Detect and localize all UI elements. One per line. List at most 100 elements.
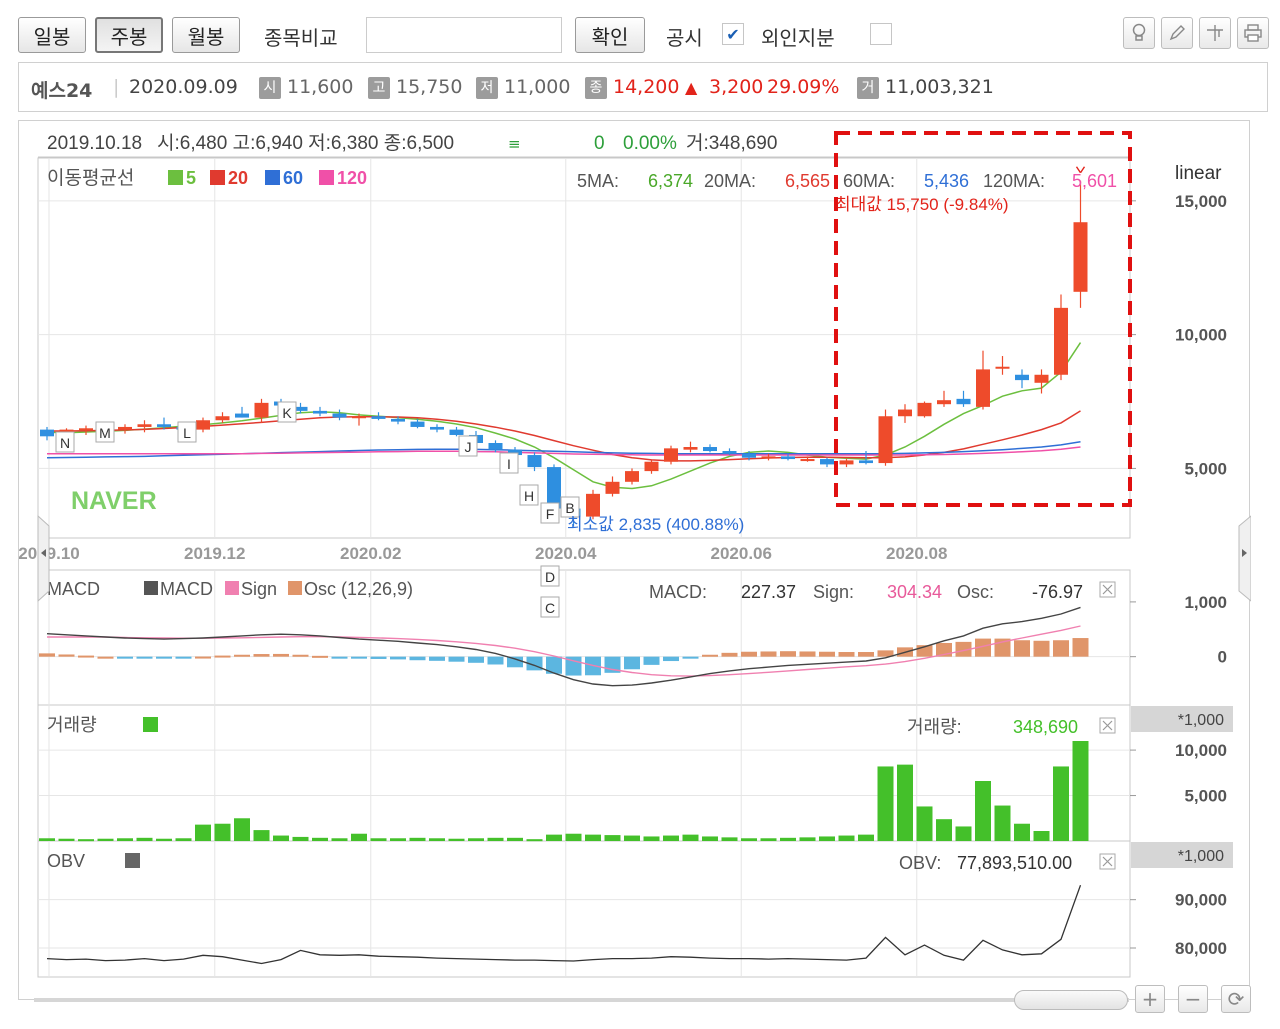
pencil-icon[interactable] xyxy=(1161,17,1193,49)
candle-body xyxy=(1034,374,1049,383)
confirm-button[interactable]: 확인 xyxy=(575,17,645,53)
ma5-swatch xyxy=(168,170,183,185)
ma120-value: 5,601 xyxy=(1072,171,1117,191)
volume-bar xyxy=(819,836,835,841)
event-marker-label: J xyxy=(465,439,472,455)
volume-unit: *1,000 xyxy=(1178,712,1224,729)
volume-bar xyxy=(721,837,738,841)
foreign-ownership-checkbox[interactable] xyxy=(870,23,892,45)
menu-icon[interactable]: ≡ xyxy=(508,135,521,153)
macd-value: 227.37 xyxy=(741,582,796,602)
event-marker[interactable]: I xyxy=(499,452,519,474)
volume-bar xyxy=(936,819,952,841)
event-marker[interactable]: B xyxy=(560,496,580,518)
event-marker[interactable]: K xyxy=(277,401,297,423)
event-marker-label: F xyxy=(546,506,555,522)
crosshair-icon[interactable] xyxy=(1199,17,1231,49)
low-value: 11,000 xyxy=(504,76,571,98)
ma120-value-label: 120MA: xyxy=(983,171,1045,191)
obv-close-icon[interactable] xyxy=(1099,853,1116,870)
volume-bar xyxy=(994,805,1011,841)
event-marker[interactable]: J xyxy=(458,435,478,457)
price-y-tick-label: 10,000 xyxy=(1175,326,1227,345)
ma20-legend: 20 xyxy=(228,168,248,188)
candle-body xyxy=(761,456,776,459)
ma120-legend: 120 xyxy=(337,168,367,188)
volume-bar xyxy=(292,836,309,841)
price-y-tick-label: 5,000 xyxy=(1184,459,1227,478)
osc-bar xyxy=(234,654,250,657)
osc-bar xyxy=(468,656,484,663)
obv-title: OBV xyxy=(47,851,85,871)
candle-body xyxy=(917,402,932,417)
scale-label[interactable]: linear xyxy=(1175,163,1222,184)
event-marker[interactable]: L xyxy=(177,421,197,443)
volume-bar xyxy=(897,764,913,841)
obv-value: 77,893,510.00 xyxy=(957,853,1072,873)
zoom-out-icon[interactable]: − xyxy=(1178,985,1208,1013)
candle-body xyxy=(137,424,152,427)
period-monthly-button[interactable]: 월봉 xyxy=(172,17,240,53)
candle-body xyxy=(664,448,678,462)
candle-body xyxy=(898,409,912,417)
candle-body xyxy=(410,421,425,427)
x-tick-label: 2019.12 xyxy=(184,544,245,563)
event-marker[interactable]: D xyxy=(540,565,560,587)
osc-bar xyxy=(253,654,270,657)
scroll-thumb[interactable] xyxy=(1014,990,1128,1010)
volume-bar xyxy=(1014,823,1030,841)
candle-body xyxy=(703,447,717,452)
macd-close-icon[interactable] xyxy=(1099,581,1116,598)
sign-value: 304.34 xyxy=(887,582,942,602)
osc-bar xyxy=(1033,640,1050,657)
volume-swatch xyxy=(143,717,158,732)
volume-bar xyxy=(156,838,172,841)
volume-bar xyxy=(585,834,601,841)
lightbulb-icon[interactable] xyxy=(1123,17,1155,49)
left-collapse-handle[interactable] xyxy=(37,514,50,603)
event-marker[interactable]: H xyxy=(519,484,539,506)
volume-close-icon[interactable] xyxy=(1099,717,1116,734)
osc-bar xyxy=(351,656,367,659)
volume-bar xyxy=(175,838,192,841)
osc-bar xyxy=(682,656,699,659)
change-value: 3,200 xyxy=(709,76,764,98)
high-price: 고 15,750 xyxy=(368,76,462,99)
candle-body xyxy=(781,456,795,460)
candle-body xyxy=(352,416,366,419)
candle-body xyxy=(742,453,756,458)
x-tick-label: 2020.04 xyxy=(535,544,597,563)
zoom-in-icon[interactable]: + xyxy=(1135,985,1165,1013)
disclosure-checkbox[interactable]: ✔ xyxy=(722,23,744,45)
osc-bar xyxy=(624,656,640,670)
macd-y-tick-label: 1,000 xyxy=(1184,593,1227,612)
candle-body xyxy=(118,426,132,430)
stock-chart[interactable]: 2019.102019.122020.022020.042020.062020.… xyxy=(19,121,1251,1001)
candle-body xyxy=(332,413,347,418)
compare-input[interactable] xyxy=(366,17,562,53)
print-icon[interactable] xyxy=(1237,17,1269,49)
osc-bar xyxy=(97,656,114,659)
osc-bar xyxy=(702,654,718,657)
right-collapse-handle[interactable] xyxy=(1238,515,1251,602)
scroll-track[interactable] xyxy=(34,998,1129,1002)
refresh-icon[interactable]: ⟳ xyxy=(1221,985,1251,1013)
volume-bar xyxy=(838,835,855,841)
ma120-swatch xyxy=(319,170,334,185)
event-marker[interactable]: F xyxy=(540,502,560,524)
osc-bar xyxy=(156,656,172,659)
volume-bar xyxy=(1053,766,1069,841)
period-daily-button[interactable]: 일봉 xyxy=(18,17,86,53)
event-marker[interactable]: C xyxy=(540,596,560,618)
event-marker[interactable]: M xyxy=(95,421,115,443)
event-marker[interactable]: N xyxy=(55,431,75,453)
macd-legend: MACD xyxy=(160,579,213,599)
event-marker-label: M xyxy=(99,425,111,441)
volume-title: 거래량 xyxy=(47,715,97,735)
volume-bar xyxy=(546,834,562,841)
check-icon: ✔ xyxy=(726,24,740,44)
period-weekly-button[interactable]: 주봉 xyxy=(95,17,163,53)
volume-bar xyxy=(780,837,796,841)
osc-bar xyxy=(1072,638,1089,657)
up-arrow-icon: ▲ xyxy=(685,78,698,97)
